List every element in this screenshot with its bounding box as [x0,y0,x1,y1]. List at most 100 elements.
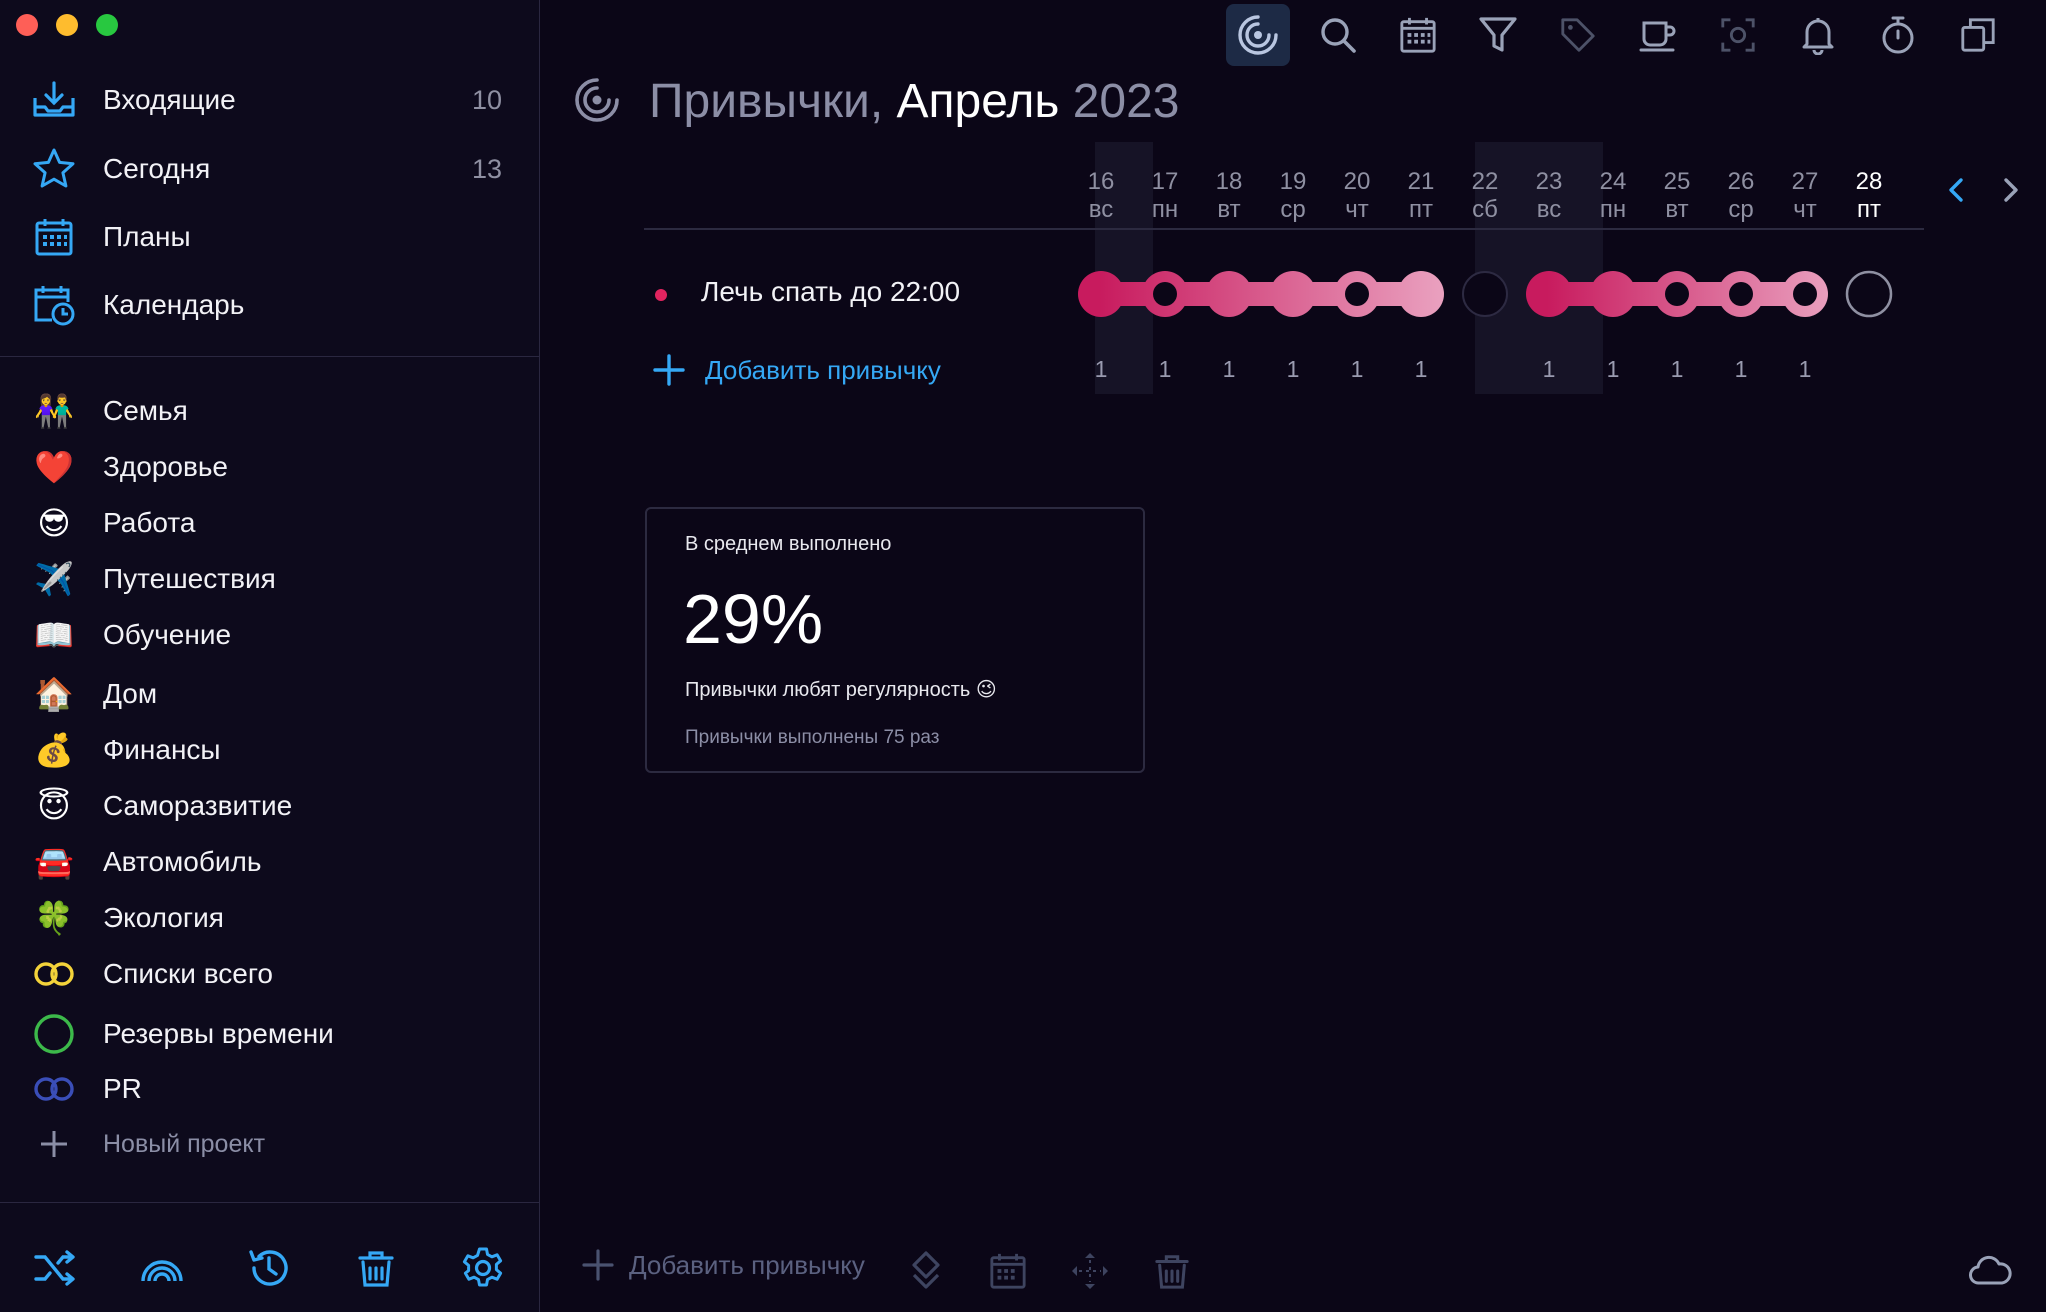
shuffle-icon[interactable] [30,1243,80,1293]
project-label: Экология [103,902,224,933]
book-emoji-icon: 📖 [34,617,74,653]
project-time-reserves[interactable]: Резервы времени [0,1008,540,1060]
project-label: Саморазвитие [103,790,293,821]
sidebar-item-label: Планы [103,221,191,252]
footer-add-habit-button[interactable]: Добавить привычку [581,1248,865,1282]
stats-percent: 29% [683,580,824,658]
footer-toolbar: Добавить привычку [541,1202,2046,1312]
habit-chain-segment [1526,271,1828,317]
star-icon [30,145,78,193]
project-learning[interactable]: 📖 Обучение [0,609,540,661]
gear-icon[interactable] [458,1243,508,1293]
footer-add-label: Добавить привычку [629,1249,865,1280]
calendar-grid-icon [30,213,78,261]
yellow-rings-icon [32,952,76,996]
habit-day-mark[interactable] [1398,271,1444,317]
sidebar-item-plans[interactable]: Планы [0,209,540,265]
close-window-button[interactable] [16,14,38,36]
habit-day-hole [1793,282,1817,306]
today-count: 13 [471,153,502,184]
habit-day-today[interactable] [1845,270,1893,318]
clover-emoji-icon: 🍀 [34,900,74,936]
move-arrows-icon[interactable] [1065,1246,1115,1296]
rainbow-icon[interactable] [137,1243,187,1293]
habit-count: 1 [1606,356,1620,382]
window-controls [16,14,118,36]
add-habit-button[interactable]: Добавить привычку [651,352,941,388]
project-label: Дом [103,678,158,709]
stats-total: Привычки выполнены 75 раз [685,727,940,748]
stats-message: Привычки любят регулярность 😉 [685,679,997,701]
car-emoji-icon: 🚘 [34,844,74,880]
zoom-window-button[interactable] [96,14,118,36]
habit-count: 1 [1414,356,1428,382]
money-bag-emoji-icon: 💰 [34,732,74,768]
sidebar-divider [0,356,540,357]
project-label: PR [103,1073,142,1104]
habit-count: 1 [1670,356,1684,382]
calendar-icon[interactable] [983,1246,1033,1296]
project-car[interactable]: 🚘 Автомобиль [0,836,540,888]
sidebar-item-label: Календарь [103,289,245,320]
habit-count: 1 [1542,356,1556,382]
habit-day-hole [1665,282,1689,306]
blue-rings-icon [32,1067,76,1111]
project-work[interactable]: 😎 Работа [0,497,540,549]
sidebar-item-calendar[interactable]: Календарь [0,277,540,333]
minimize-window-button[interactable] [56,14,78,36]
habit-day-hole [1345,282,1369,306]
habit-day-hole [1153,282,1177,306]
project-ecology[interactable]: 🍀 Экология [0,892,540,944]
trash-icon[interactable] [1147,1246,1197,1296]
trash-icon[interactable] [351,1243,401,1293]
sidebar-bottom-bar [0,1202,540,1312]
main-area: Привычки, Апрель 2023 16 вс 17 пн 18 вт 19 ср 20… [541,0,2046,1312]
history-icon[interactable] [244,1243,294,1293]
sidebar-item-today[interactable]: Сегодня 13 [0,141,540,197]
angel-emoji-icon: 😇 [37,788,71,824]
add-habit-label: Добавить привычку [705,354,941,385]
project-label: Работа [103,507,196,538]
habit-count: 1 [1222,356,1236,382]
project-label: Здоровье [103,451,229,482]
sidebar: Входящие 10 Сегодня 13 Планы Календарь 👫… [0,0,540,1312]
project-label: Семья [103,395,188,426]
project-label: Путешествия [103,563,276,594]
habit-count: 1 [1286,356,1300,382]
project-home[interactable]: 🏠 Дом [0,668,540,720]
new-project-label: Новый проект [103,1129,266,1158]
sidebar-item-label: Сегодня [103,153,211,184]
calendar-clock-icon [30,281,78,329]
project-label: Финансы [103,734,221,765]
habit-count: 1 [1094,356,1108,382]
project-pr[interactable]: PR [0,1063,540,1115]
habit-day-empty[interactable] [1462,271,1508,317]
inbox-count: 10 [471,84,502,115]
new-project-button[interactable]: Новый проект [0,1118,540,1170]
stats-card: В среднем выполнено 29% Привычки любят р… [645,507,1145,773]
plus-icon [582,1249,614,1281]
heart-emoji-icon: ❤️ [34,449,74,485]
airplane-emoji-icon: ✈️ [34,561,74,597]
project-health[interactable]: ❤️ Здоровье [0,441,540,493]
project-self-development[interactable]: 😇 Саморазвитие [0,780,540,832]
project-label: Обучение [103,619,232,650]
family-emoji-icon: 👫 [34,393,74,429]
project-all-lists[interactable]: Списки всего [0,948,540,1000]
habit-count: 1 [1798,356,1812,382]
sidebar-item-label: Входящие [103,84,236,115]
cloud-icon[interactable] [1965,1246,2015,1296]
plus-icon [32,1122,76,1166]
habit-day-hole [1729,282,1753,306]
layers-icon[interactable] [901,1246,951,1296]
sunglasses-emoji-icon: 😎 [37,505,71,541]
habit-chain [1078,270,1893,318]
sidebar-item-inbox[interactable]: Входящие 10 [0,72,540,128]
habit-chain-segment [1078,271,1444,317]
project-finance[interactable]: 💰 Финансы [0,724,540,776]
project-travel[interactable]: ✈️ Путешествия [0,553,540,605]
green-circle-icon [32,1012,76,1056]
inbox-icon [30,76,78,124]
project-family[interactable]: 👫 Семья [0,385,540,437]
plus-icon [653,354,685,386]
